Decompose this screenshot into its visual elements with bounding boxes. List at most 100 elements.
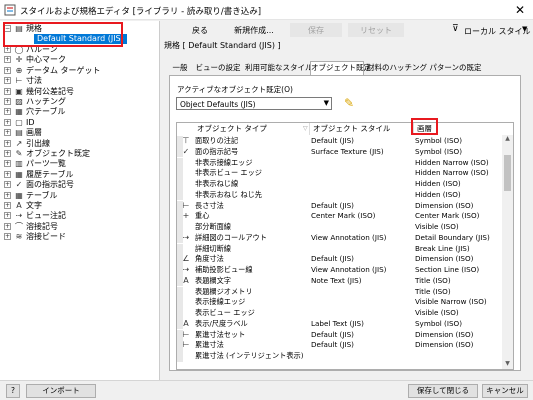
layer-cell[interactable]: Dimension (ISO) bbox=[415, 254, 473, 265]
tab-material-hatch[interactable]: 材料のハッチング パターンの既定 bbox=[367, 62, 482, 75]
layer-cell[interactable]: Dimension (ISO) bbox=[415, 340, 473, 351]
style-tree[interactable]: − ▤ 規格 Default Standard (JIS) + ◯ バルーン + ✛ 中心… bbox=[0, 21, 160, 380]
table-row[interactable]: 表示ビュー エッジ Visible (ISO) bbox=[177, 308, 503, 319]
object-style-cell[interactable]: Default (JIS) bbox=[311, 340, 354, 351]
layer-cell[interactable]: Hidden Narrow (ISO) bbox=[415, 168, 489, 179]
table-row[interactable]: + 重心 Center Mark (ISO) Center Mark (ISO) bbox=[177, 211, 503, 222]
expand-icon[interactable]: + bbox=[4, 170, 11, 178]
expand-icon[interactable]: + bbox=[4, 233, 11, 241]
layer-cell[interactable]: Visible (ISO) bbox=[415, 308, 459, 319]
column-header-type[interactable]: オブジェクト タイプ bbox=[197, 123, 267, 135]
cancel-button[interactable]: キャンセル bbox=[482, 384, 528, 398]
tree-item[interactable]: + A 文字 bbox=[0, 201, 160, 211]
object-style-cell[interactable]: Default (JIS) bbox=[311, 201, 354, 212]
layer-cell[interactable]: Break Line (JIS) bbox=[415, 244, 470, 255]
table-row[interactable]: ⊢ 累進寸法セット Default (JIS) Dimension (ISO) bbox=[177, 329, 503, 341]
table-row[interactable]: A 表示/尺度ラベル Label Text (JIS) Symbol (ISO) bbox=[177, 318, 503, 330]
expand-icon[interactable]: + bbox=[4, 191, 11, 199]
table-row[interactable]: 非表示接線エッジ Hidden Narrow (ISO) bbox=[177, 157, 503, 169]
column-header-style[interactable]: オブジェクト スタイル bbox=[313, 123, 390, 135]
import-button[interactable]: インポート bbox=[26, 384, 96, 398]
object-defaults-table[interactable]: オブジェクト タイプ ▽ オブジェクト スタイル 画層 ▲ ▼ ⊤ 面取りの注記 D… bbox=[176, 122, 514, 370]
layer-cell[interactable]: Hidden (ISO) bbox=[415, 190, 461, 201]
tree-item[interactable]: + ▦ 履歴テーブル bbox=[0, 170, 160, 180]
tree-item[interactable]: + ▣ 幾何公差記号 bbox=[0, 87, 160, 97]
object-style-cell[interactable]: Default (JIS) bbox=[311, 330, 354, 341]
active-defaults-select[interactable]: Object Defaults (JIS) ▼ bbox=[176, 97, 332, 110]
expand-icon[interactable]: + bbox=[4, 222, 11, 230]
save-button[interactable]: 保存 bbox=[290, 23, 342, 37]
tree-item[interactable]: + ▦ 穴テーブル bbox=[0, 107, 160, 117]
layer-cell[interactable]: Dimension (ISO) bbox=[415, 201, 473, 212]
layer-cell[interactable]: Section Line (ISO) bbox=[415, 265, 479, 276]
close-icon[interactable]: ✕ bbox=[507, 0, 533, 20]
tree-item[interactable]: + ▥ パーツ一覧 bbox=[0, 159, 160, 169]
layer-cell[interactable]: Detail Boundary (JIS) bbox=[415, 233, 490, 244]
object-style-cell[interactable]: Surface Texture (JIS) bbox=[311, 147, 384, 158]
expand-icon[interactable]: + bbox=[4, 66, 11, 74]
tab-object-defaults[interactable]: オブジェクト既定 bbox=[310, 61, 371, 75]
tree-item[interactable]: + ⊕ データム ターゲット bbox=[0, 66, 160, 76]
object-style-cell[interactable]: Label Text (JIS) bbox=[311, 319, 364, 330]
object-style-cell[interactable]: Center Mark (ISO) bbox=[311, 211, 375, 222]
expand-icon[interactable]: + bbox=[4, 181, 11, 189]
tree-item[interactable]: + ⊢ 寸法 bbox=[0, 76, 160, 86]
layer-cell[interactable]: Hidden (ISO) bbox=[415, 179, 461, 190]
tree-item[interactable]: + ≋ 溶接ビード bbox=[0, 232, 160, 242]
expand-icon[interactable]: + bbox=[4, 212, 11, 220]
table-row[interactable]: ⇢ 補助投影ビュー線 View Annotation (JIS) Section Li… bbox=[177, 265, 503, 276]
table-row[interactable]: ⊤ 面取りの注記 Default (JIS) Symbol (ISO) bbox=[177, 136, 503, 147]
edit-pencil-icon[interactable]: ✎ bbox=[340, 95, 358, 111]
object-style-cell[interactable]: Default (JIS) bbox=[311, 136, 354, 147]
object-style-cell[interactable]: View Annotation (JIS) bbox=[311, 265, 386, 276]
layer-cell[interactable]: Visible (ISO) bbox=[415, 222, 459, 233]
chevron-down-icon[interactable]: ▼ bbox=[522, 25, 527, 33]
layer-cell[interactable]: Title (ISO) bbox=[415, 276, 451, 287]
layer-cell[interactable]: Visible Narrow (ISO) bbox=[415, 297, 487, 308]
tree-item[interactable]: + ▢ ID bbox=[0, 118, 160, 128]
table-row[interactable]: 累進寸法 (インテリジェント表示) bbox=[177, 351, 503, 362]
layer-cell[interactable]: Hidden Narrow (ISO) bbox=[415, 158, 489, 169]
table-row[interactable]: ⊢ 累進寸法 Default (JIS) Dimension (ISO) bbox=[177, 340, 503, 351]
table-row[interactable]: 非表示ビュー エッジ Hidden Narrow (ISO) bbox=[177, 168, 503, 179]
scroll-thumb[interactable] bbox=[504, 155, 511, 191]
table-row[interactable]: 表題欄ジオメトリ Title (ISO) bbox=[177, 286, 503, 298]
tree-item[interactable]: + ▤ 画層 bbox=[0, 128, 160, 138]
expand-icon[interactable]: + bbox=[4, 160, 11, 168]
layer-cell[interactable]: Symbol (ISO) bbox=[415, 319, 462, 330]
tree-item[interactable]: + ⌒ 溶接記号 bbox=[0, 222, 160, 232]
tree-item[interactable]: + ↗ 引出線 bbox=[0, 139, 160, 149]
tree-item[interactable]: + ▦ テーブル bbox=[0, 191, 160, 201]
table-row[interactable]: ∠ 角度寸法 Default (JIS) Dimension (ISO) bbox=[177, 254, 503, 265]
table-row[interactable]: ⊢ 長さ寸法 Default (JIS) Dimension (ISO) bbox=[177, 200, 503, 212]
tree-item[interactable]: + ✛ 中心マーク bbox=[0, 55, 160, 65]
expand-icon[interactable]: + bbox=[4, 150, 11, 157]
expand-icon[interactable]: + bbox=[4, 118, 11, 126]
tree-item[interactable]: + ⇢ ビュー注記 bbox=[0, 211, 160, 221]
expand-icon[interactable]: + bbox=[4, 129, 11, 137]
tree-item[interactable]: + ✓ 面の指示記号 bbox=[0, 180, 160, 190]
back-button[interactable]: 戻る bbox=[182, 23, 218, 37]
expand-icon[interactable]: + bbox=[4, 56, 11, 64]
object-style-cell[interactable]: Note Text (JIS) bbox=[311, 276, 362, 287]
filter-icon[interactable]: ⊽ bbox=[452, 24, 459, 34]
expand-icon[interactable]: + bbox=[4, 87, 11, 95]
layer-cell[interactable]: Symbol (ISO) bbox=[415, 136, 462, 147]
table-row[interactable]: 詳細切断線 Break Line (JIS) bbox=[177, 243, 503, 255]
expand-icon[interactable]: + bbox=[4, 46, 11, 53]
vertical-scrollbar[interactable]: ▲ ▼ bbox=[502, 135, 513, 369]
table-row[interactable]: 非表示おねじ ねじ先 Hidden (ISO) bbox=[177, 189, 503, 201]
new-button[interactable]: 新規作成... bbox=[224, 23, 284, 37]
expand-icon[interactable]: + bbox=[4, 202, 11, 209]
table-row[interactable]: 部分断面線 Visible (ISO) bbox=[177, 222, 503, 233]
expand-icon[interactable]: + bbox=[4, 77, 11, 85]
expand-icon[interactable]: + bbox=[4, 98, 11, 105]
expand-icon[interactable]: + bbox=[4, 139, 11, 147]
scroll-up-icon[interactable]: ▲ bbox=[502, 135, 513, 145]
layer-cell[interactable]: Dimension (ISO) bbox=[415, 330, 473, 341]
layer-cell[interactable]: Center Mark (ISO) bbox=[415, 211, 479, 222]
reset-button[interactable]: リセット bbox=[348, 23, 404, 37]
tab-view-settings[interactable]: ビューの設定 bbox=[195, 62, 241, 75]
tab-available-styles[interactable]: 利用可能なスタイル bbox=[245, 62, 313, 75]
object-style-cell[interactable]: Default (JIS) bbox=[311, 254, 354, 265]
